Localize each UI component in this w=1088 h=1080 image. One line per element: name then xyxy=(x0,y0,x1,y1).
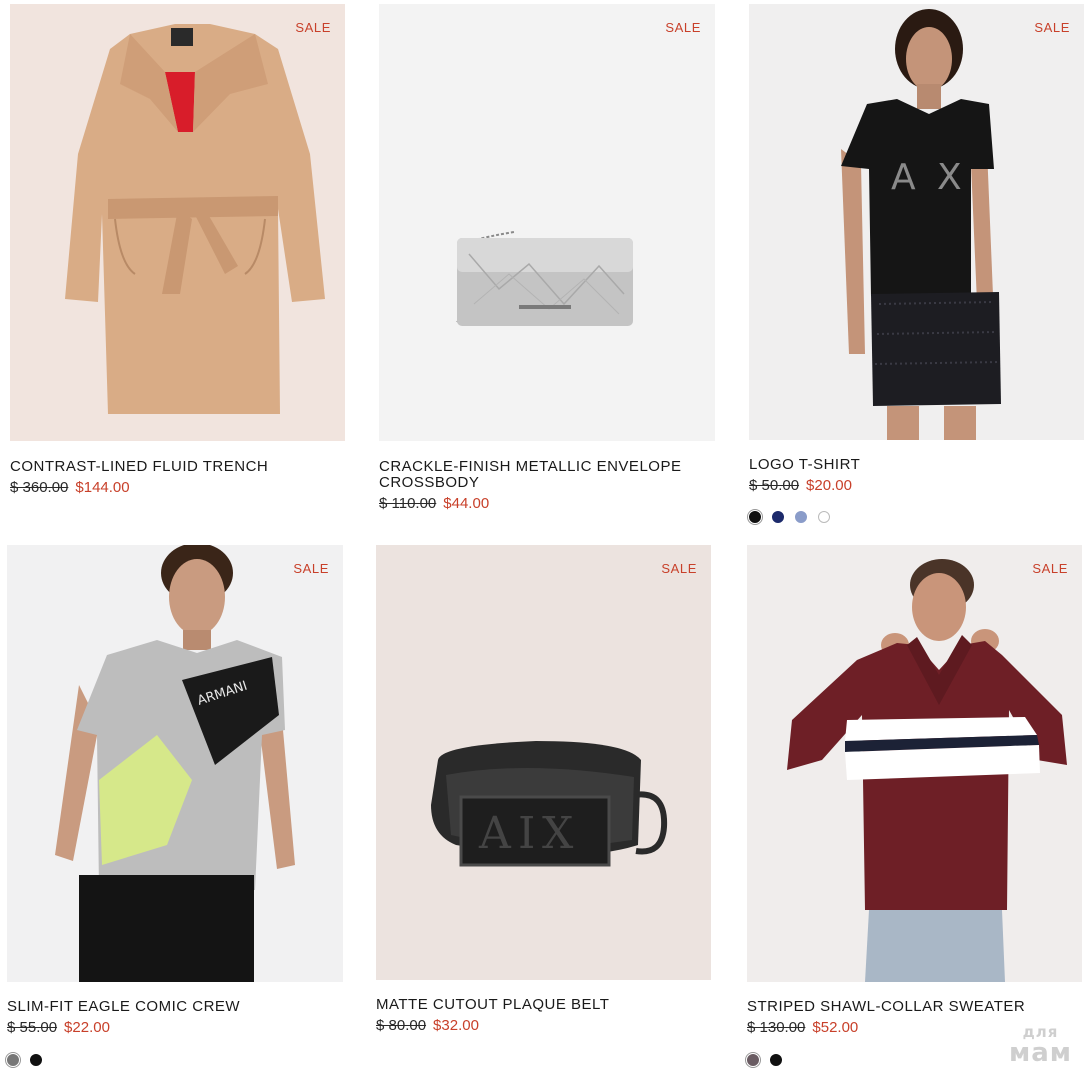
price-row: $ 360.00 $144.00 xyxy=(10,479,345,497)
product-image-eagle-crew[interactable]: ARMANI SALE xyxy=(7,545,343,982)
price-row: $ 55.00 $22.00 xyxy=(7,1019,343,1037)
sale-badge: SALE xyxy=(295,20,331,35)
swatch-black[interactable] xyxy=(30,1054,42,1066)
product-name[interactable]: SLIM-FIT EAGLE COMIC CREW xyxy=(7,999,343,1015)
swatch-grey[interactable] xyxy=(5,1052,21,1068)
sale-badge: SALE xyxy=(665,20,701,35)
product-card[interactable]: SALE CONTRAST-LINED FLUID TRENCH $ 360.0… xyxy=(10,4,345,497)
product-name[interactable]: LOGO T-SHIRT xyxy=(749,457,1084,473)
original-price: $ 360.00 xyxy=(10,479,69,496)
sale-price: $32.00 xyxy=(433,1017,479,1034)
original-price: $ 130.00 xyxy=(747,1019,806,1036)
product-image-logo-tshirt[interactable]: A X SALE xyxy=(749,4,1084,440)
color-swatches xyxy=(5,1052,343,1068)
man-eagle-tshirt-image: ARMANI xyxy=(55,545,295,982)
product-name[interactable]: CONTRAST-LINED FLUID TRENCH xyxy=(10,459,345,475)
product-card[interactable]: A X SALE LOGO T-SHIRT $ 50.00 $20.00 xyxy=(747,4,1084,525)
svg-text:X: X xyxy=(542,808,574,859)
product-name[interactable]: MATTE CUTOUT PLAQUE BELT xyxy=(376,997,711,1013)
swatch-light-blue[interactable] xyxy=(795,511,807,523)
swatch-white[interactable] xyxy=(818,511,830,523)
woman-tshirt-image: A X xyxy=(841,9,1001,440)
trench-coat-image xyxy=(65,24,325,414)
product-name[interactable]: CRACKLE-FINISH METALLIC ENVELOPE CROSSBO… xyxy=(379,459,715,491)
sale-badge: SALE xyxy=(293,561,329,576)
sale-price: $22.00 xyxy=(64,1019,110,1036)
swatch-navy[interactable] xyxy=(772,511,784,523)
price-row: $ 50.00 $20.00 xyxy=(749,477,1084,495)
product-image-crossbody[interactable]: SALE xyxy=(379,4,715,441)
svg-text:A: A xyxy=(478,808,512,859)
product-card[interactable]: SALE CRACKLE-FINISH METALLIC ENVELOPE CR… xyxy=(379,4,715,513)
sale-price: $52.00 xyxy=(812,1019,859,1036)
product-image-sweater[interactable]: SALE xyxy=(747,545,1082,982)
product-card[interactable]: ARMANI SALE SLIM-FIT EAGLE COMIC CREW $ … xyxy=(5,545,343,1068)
swatch-black[interactable] xyxy=(747,509,763,525)
metallic-clutch-image xyxy=(456,231,633,326)
original-price: $ 80.00 xyxy=(376,1017,427,1034)
product-image-belt[interactable]: A I X SALE xyxy=(376,545,711,980)
product-card[interactable]: A I X SALE MATTE CUTOUT PLAQUE BELT $ 80… xyxy=(376,545,711,1035)
man-sweater-image xyxy=(787,559,1067,982)
original-price: $ 50.00 xyxy=(749,477,800,494)
svg-text:X: X xyxy=(937,157,962,198)
original-price: $ 55.00 xyxy=(7,1019,58,1036)
sale-badge: SALE xyxy=(1034,20,1070,35)
product-image-trench[interactable]: SALE xyxy=(10,4,345,441)
sale-badge: SALE xyxy=(661,561,697,576)
sale-price: $44.00 xyxy=(443,495,490,512)
sale-price: $20.00 xyxy=(806,477,852,494)
price-row: $ 80.00 $32.00 xyxy=(376,1017,711,1035)
color-swatches xyxy=(747,509,1084,525)
watermark-line2: мам xyxy=(1008,1038,1072,1068)
watermark: для мам xyxy=(1008,1025,1072,1068)
sale-price: $144.00 xyxy=(75,479,130,496)
swatch-mauve[interactable] xyxy=(745,1052,761,1068)
product-card[interactable]: SALE STRIPED SHAWL-COLLAR SWEATER $ 130.… xyxy=(745,545,1082,1068)
swatch-black[interactable] xyxy=(770,1054,782,1066)
svg-text:I: I xyxy=(518,808,535,859)
svg-text:A: A xyxy=(891,157,916,198)
product-name[interactable]: STRIPED SHAWL-COLLAR SWEATER xyxy=(747,999,1082,1015)
price-row: $ 110.00 $44.00 xyxy=(379,495,715,513)
black-belt-image: A I X xyxy=(431,741,668,867)
original-price: $ 110.00 xyxy=(379,495,437,512)
sale-badge: SALE xyxy=(1032,561,1068,576)
